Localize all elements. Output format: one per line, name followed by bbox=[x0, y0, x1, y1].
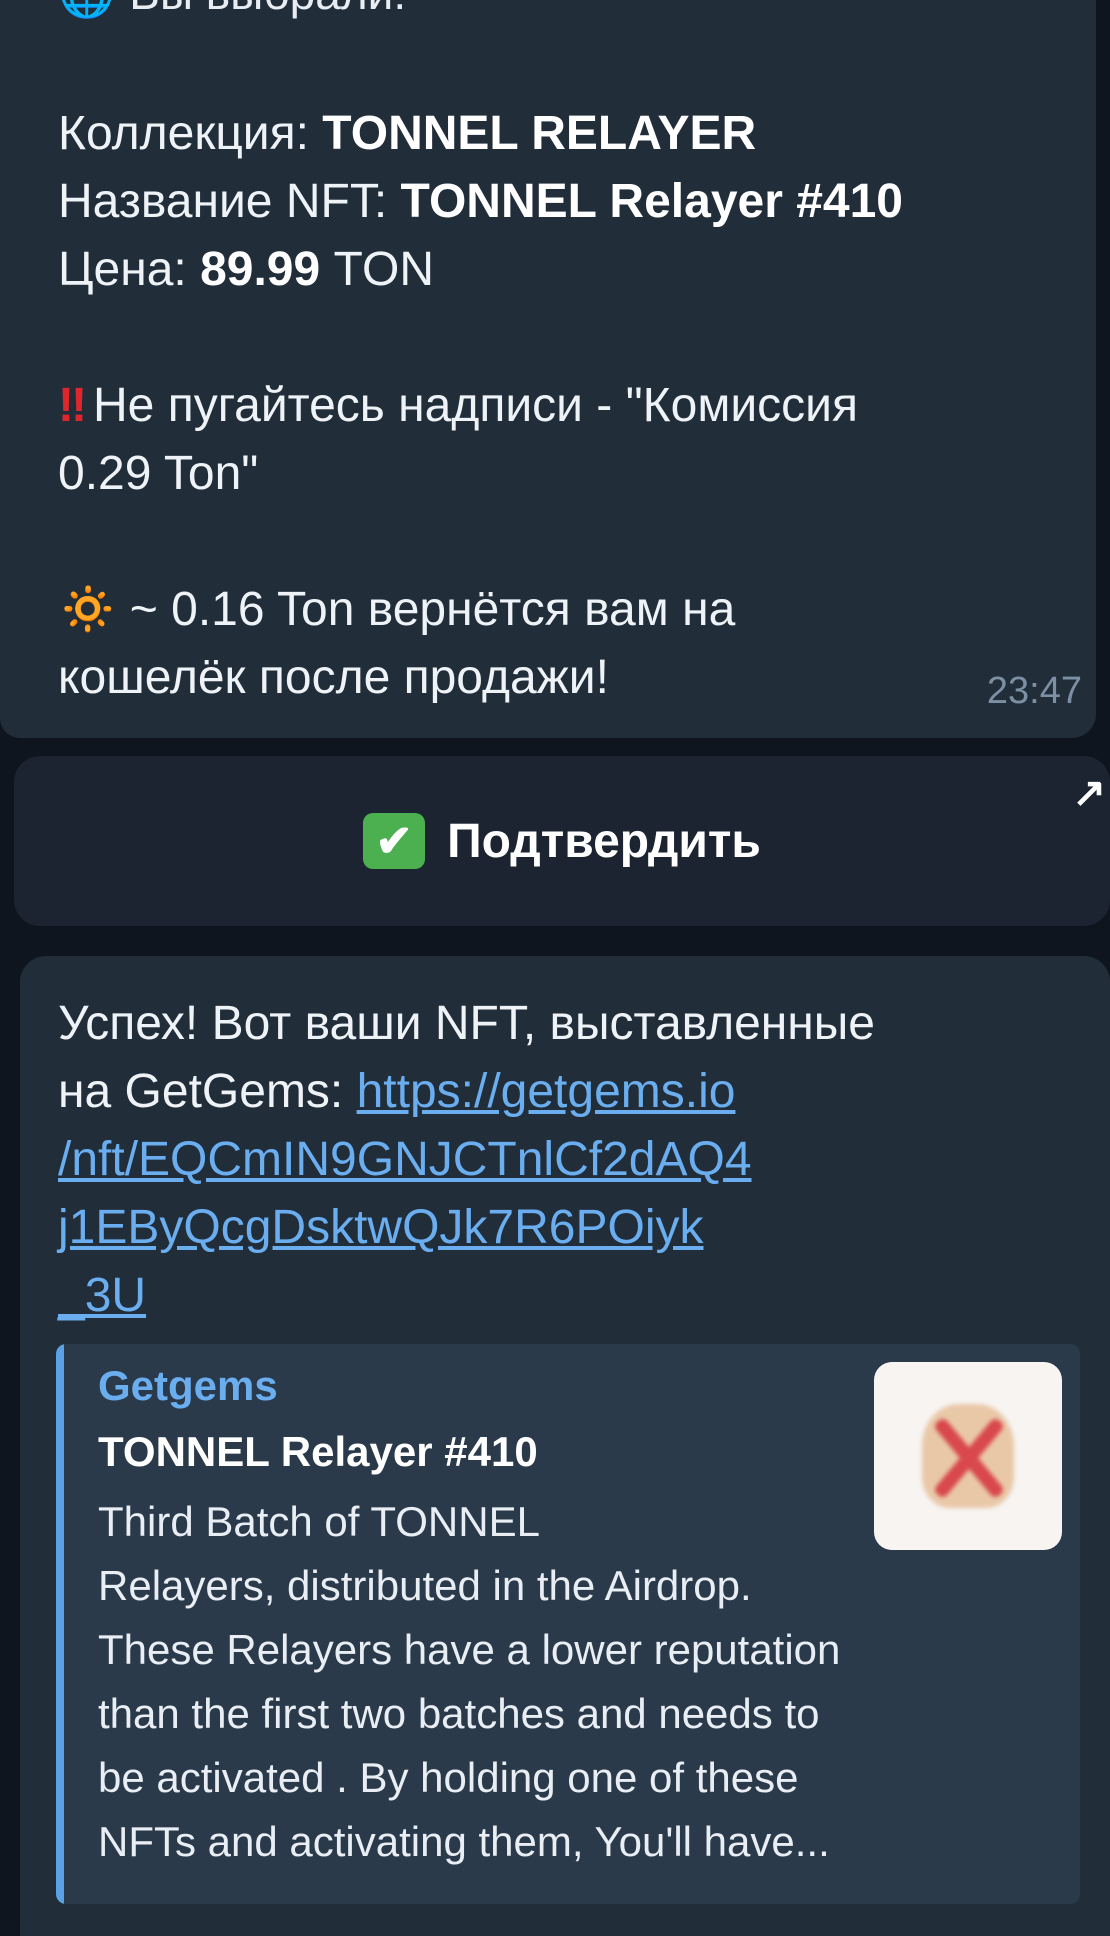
success-line-5: _3U bbox=[58, 1262, 875, 1330]
nft-name-value: TONNEL Relayer #410 bbox=[400, 175, 904, 228]
success-prefix: на GetGems: bbox=[58, 1065, 357, 1118]
preview-desc-line: than the first two batches and needs to bbox=[98, 1690, 820, 1737]
collection-line: Коллекция: TONNEL RELAYER bbox=[58, 100, 903, 168]
refund-line-1: 🔅 ~ 0.16 Ton вернётся вам на bbox=[58, 576, 903, 644]
message-bubble-success: Успех! Вот ваши NFT, выставленные на Get… bbox=[20, 956, 1110, 1936]
confirm-label: Подтвердить bbox=[447, 814, 761, 868]
getgems-link-part-4[interactable]: _3U bbox=[58, 1269, 146, 1322]
warning-text-2: 0.29 Ton" bbox=[58, 447, 259, 500]
price-unit: TON bbox=[320, 243, 434, 296]
success-line-2: на GetGems: https://getgems.io bbox=[58, 1058, 875, 1126]
globe-icon: 🌐 bbox=[58, 0, 115, 19]
success-text: Успех! Вот ваши NFT, выставленные на Get… bbox=[58, 990, 875, 1330]
nft-name-line: Название NFT: TONNEL Relayer #410 bbox=[58, 168, 903, 236]
cut-off-text: Вы выбрали: bbox=[129, 0, 406, 19]
warning-line-2: 0.29 Ton" bbox=[58, 440, 903, 508]
preview-desc-line: be activated . By holding one of these bbox=[98, 1754, 799, 1801]
refund-text-2: кошелёк после продажи! bbox=[58, 651, 609, 704]
confirm-button[interactable]: ✔ Подтвердить bbox=[14, 756, 1110, 926]
double-exclamation-icon: ‼ bbox=[58, 379, 87, 432]
message-text: Коллекция: TONNEL RELAYER Название NFT: … bbox=[58, 100, 903, 712]
nft-image bbox=[922, 1404, 1014, 1508]
message-bubble-selection: 🌐 Вы выбрали: Коллекция: TONNEL RELAYER Н… bbox=[0, 0, 1096, 738]
getgems-link-part-1[interactable]: https://getgems.io bbox=[357, 1065, 736, 1118]
message-time: 23:47 bbox=[986, 670, 1082, 712]
preview-desc-line: These Relayers have a lower reputation bbox=[98, 1626, 841, 1673]
preview-accent-bar bbox=[56, 1344, 64, 1904]
getgems-link-part-3[interactable]: j1EByQcgDsktwQJk7R6POiyk bbox=[58, 1201, 704, 1254]
success-line-1: Успех! Вот ваши NFT, выставленные bbox=[58, 997, 875, 1050]
getgems-link-part-2[interactable]: /nft/EQCmIN9GNJCTnlCf2dAQ4 bbox=[58, 1133, 752, 1186]
arrow-up-right-icon: ↗ bbox=[1072, 771, 1106, 815]
preview-desc-line: NFTs and activating them, You'll have... bbox=[98, 1818, 830, 1865]
nft-name-label: Название NFT: bbox=[58, 175, 401, 228]
preview-thumbnail[interactable] bbox=[874, 1362, 1062, 1550]
cut-off-line: 🌐 Вы выбрали: bbox=[58, 0, 406, 21]
preview-site-name: Getgems bbox=[98, 1362, 278, 1409]
warning-line-1: ‼ Не пугайтесь надписи - "Комиссия bbox=[58, 372, 903, 440]
link-preview[interactable]: Getgems TONNEL Relayer #410 Third Batch … bbox=[56, 1344, 1080, 1904]
success-line-3: /nft/EQCmIN9GNJCTnlCf2dAQ4 bbox=[58, 1126, 875, 1194]
price-value: 89.99 bbox=[200, 243, 321, 296]
preview-desc-line: Relayers, distributed in the Airdrop. bbox=[98, 1562, 752, 1609]
price-line: Цена: 89.99 TON bbox=[58, 236, 903, 304]
sun-icon: 🔅 bbox=[58, 583, 118, 636]
collection-label: Коллекция: bbox=[58, 107, 323, 160]
collection-value: TONNEL RELAYER bbox=[322, 107, 757, 160]
price-label: Цена: bbox=[58, 243, 201, 296]
success-line-4: j1EByQcgDsktwQJk7R6POiyk bbox=[58, 1194, 875, 1262]
refund-text-1: ~ 0.16 Ton вернётся вам на bbox=[129, 583, 736, 636]
preview-title: TONNEL Relayer #410 bbox=[98, 1428, 538, 1475]
check-icon: ✔ bbox=[363, 813, 426, 869]
refund-line-2: кошелёк после продажи! bbox=[58, 644, 903, 712]
warning-text-1: Не пугайтесь надписи - "Комиссия bbox=[93, 379, 858, 432]
